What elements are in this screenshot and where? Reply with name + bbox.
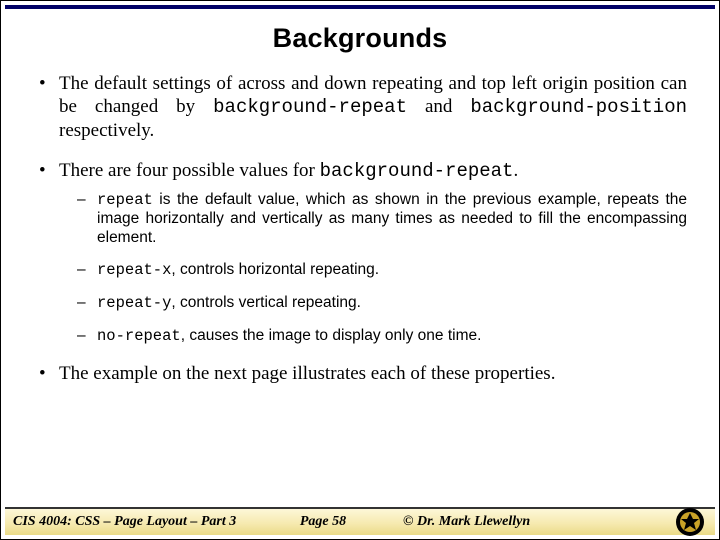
bullet-2: There are four possible values for backg…: [33, 159, 687, 347]
sub-3-code: repeat-y: [97, 294, 171, 312]
sub-1-text: is the default value, which as shown in …: [97, 191, 687, 246]
slide-content: The default settings of across and down …: [1, 72, 719, 385]
bullet-1-mid: and: [407, 96, 470, 117]
sub-1-code: repeat: [97, 191, 153, 209]
footer-course: CIS 4004: CSS – Page Layout – Part 3: [13, 514, 263, 530]
slide: Backgrounds The default settings of acro…: [0, 0, 720, 540]
bullet-3: The example on the next page illustrates…: [33, 362, 687, 385]
sub-bullet-3: repeat-y, controls vertical repeating.: [59, 294, 687, 313]
bullet-1-post: respectively.: [59, 120, 154, 141]
bullet-1-code2: background-position: [470, 96, 687, 118]
sub-bullet-4: no-repeat, causes the image to display o…: [59, 327, 687, 346]
top-border: [5, 5, 715, 9]
slide-title: Backgrounds: [1, 23, 719, 54]
sub-bullet-1: repeat is the default value, which as sh…: [59, 191, 687, 248]
bullet-1: The default settings of across and down …: [33, 72, 687, 143]
bullet-2-post: .: [513, 160, 518, 181]
ucf-logo-icon: [675, 507, 705, 537]
sub-2-code: repeat-x: [97, 261, 171, 279]
sub-4-text: , causes the image to display only one t…: [181, 327, 482, 344]
bullet-1-code1: background-repeat: [213, 96, 407, 118]
sub-4-code: no-repeat: [97, 327, 181, 345]
main-bullet-list: The default settings of across and down …: [33, 72, 687, 385]
footer: CIS 4004: CSS – Page Layout – Part 3 Pag…: [5, 507, 715, 535]
sub-3-text: , controls vertical repeating.: [171, 294, 361, 311]
sub-bullet-list: repeat is the default value, which as sh…: [59, 191, 687, 346]
footer-author: © Dr. Mark Llewellyn: [383, 514, 675, 530]
sub-2-text: , controls horizontal repeating.: [171, 261, 379, 278]
bullet-2-pre: There are four possible values for: [59, 160, 320, 181]
footer-page: Page 58: [263, 514, 383, 530]
sub-bullet-2: repeat-x, controls horizontal repeating.: [59, 261, 687, 280]
bullet-2-code1: background-repeat: [320, 160, 514, 182]
